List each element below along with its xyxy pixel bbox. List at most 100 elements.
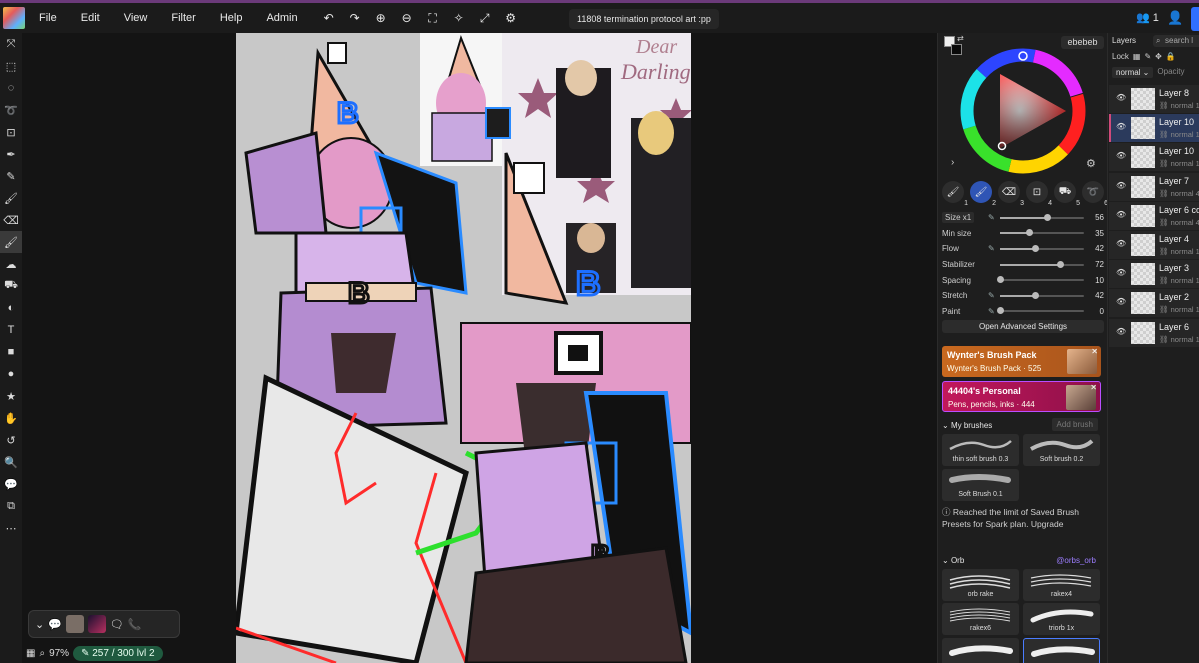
brush-icon[interactable]: 🖌 — [0, 187, 22, 209]
pen-pressure-icon[interactable]: ✎ — [988, 213, 1000, 222]
brush-slot-1[interactable]: 🖌 1 — [942, 181, 968, 207]
brush-limit-badge[interactable]: ✎ 257 / 300 lvl 2 — [73, 645, 163, 661]
layer-row[interactable]: 👁 Layer 2 ⛓ normal 1 — [1109, 289, 1199, 318]
visibility-eye-icon[interactable]: 👁 — [1116, 327, 1126, 336]
brush-pack-wynter[interactable]: Wynter's Brush Pack Wynter's Brush Pack … — [942, 346, 1101, 377]
brush-slot-3[interactable]: ⌫ 3 — [998, 181, 1024, 207]
lasso-icon[interactable]: ➰ — [0, 99, 22, 121]
menu-help[interactable]: Help — [208, 12, 255, 24]
lock-move-icon[interactable]: ✥ — [1155, 52, 1162, 61]
layer-row[interactable]: 👁 Layer 10 ⛓ normal 1 — [1109, 143, 1199, 172]
opacity-label[interactable]: Opacity — [1157, 67, 1184, 78]
pen-pressure-icon[interactable]: ✎ — [988, 244, 1000, 253]
add-brush-button[interactable]: Add brush — [1051, 418, 1098, 431]
layer-row[interactable]: 👁 Layer 10 ⛓ normal 1 — [1109, 114, 1199, 143]
menu-filter[interactable]: Filter — [159, 12, 207, 24]
close-icon[interactable]: ✕ — [1091, 347, 1098, 356]
orb-author-link[interactable]: @orbs_orb — [1056, 556, 1096, 565]
more-tools-icon[interactable]: ⋯ — [0, 517, 22, 539]
chevron-right-icon[interactable]: › — [951, 157, 954, 168]
brush-preset[interactable]: orb rake — [942, 569, 1019, 601]
visibility-eye-icon[interactable]: 👁 — [1116, 93, 1126, 102]
pen-pressure-icon[interactable]: ✎ — [988, 291, 1000, 300]
transform-icon[interactable]: ⊡ — [0, 121, 22, 143]
lock-all-icon[interactable]: 🔒 — [1166, 52, 1176, 61]
collaborator-avatar[interactable] — [65, 615, 84, 633]
stretch-slider[interactable] — [1000, 291, 1084, 299]
blur-icon[interactable]: ☁ — [0, 253, 22, 275]
blend-mode-select[interactable]: normal ⌄ — [1112, 67, 1154, 78]
artboard[interactable]: Dear Darling B B B B — [236, 33, 691, 663]
fill-bucket-icon[interactable]: ⛟ — [0, 275, 22, 297]
sparkle-icon[interactable]: ✧ — [446, 6, 472, 30]
lock-transparency-icon[interactable]: ▦ — [1133, 52, 1141, 61]
layer-search-input[interactable]: ⌕ search l — [1153, 35, 1199, 47]
size-slider[interactable] — [1000, 213, 1084, 221]
brush-preset[interactable]: thin soft brush 0.3 — [942, 434, 1019, 466]
lock-draw-icon[interactable]: ✎ — [1144, 52, 1151, 61]
zoom-level[interactable]: 97% — [49, 648, 69, 659]
swap-colors-icon[interactable]: ⇄ — [957, 34, 964, 43]
menu-admin[interactable]: Admin — [254, 12, 309, 24]
comment-icon[interactable]: 💬 — [0, 473, 22, 495]
brush-slot-6[interactable]: ➰6 — [1082, 181, 1107, 207]
visibility-eye-icon[interactable]: 👁 — [1116, 297, 1126, 306]
zoom-out-icon[interactable]: ⊖ — [394, 6, 420, 30]
fit-icon[interactable]: ⛶ — [420, 6, 446, 30]
brush-slot-2[interactable]: 🖌 2 — [970, 181, 996, 207]
rect-select-icon[interactable]: ⬚ — [0, 55, 22, 77]
ellipse-shape-icon[interactable]: ● — [0, 363, 22, 385]
paint-slider[interactable] — [997, 307, 1084, 315]
voice-chat-icon[interactable]: 🗨 — [110, 618, 124, 631]
menu-edit[interactable]: Edit — [69, 12, 112, 24]
brush-preset[interactable]: rakex6 — [942, 603, 1019, 635]
app-logo[interactable] — [3, 7, 25, 29]
advanced-settings-button[interactable]: Open Advanced Settings — [942, 320, 1104, 333]
chevron-down-icon[interactable]: ⌄ — [35, 618, 44, 631]
my-brushes-header[interactable]: ⌄ My brushes Add brush — [942, 418, 1104, 432]
brush-pack-44404[interactable]: 44404's Personal Pens, pencils, inks · 4… — [942, 381, 1101, 412]
visibility-eye-icon[interactable]: 👁 — [1116, 151, 1126, 160]
close-icon[interactable]: ✕ — [1090, 383, 1097, 392]
gradient-icon[interactable]: ◐ — [0, 297, 22, 319]
layer-row[interactable]: 👁 Layer 7 ⛓ normal 4 — [1109, 172, 1199, 201]
layer-row[interactable]: 👁 Layer 3 ⛓ normal 1 — [1109, 260, 1199, 289]
undo-icon[interactable]: ↶ — [316, 6, 342, 30]
visibility-eye-icon[interactable]: 👁 — [1116, 268, 1126, 277]
brush-preset[interactable]: Soft Brush 0.1 — [942, 469, 1019, 501]
grid-icon[interactable]: ▦ — [26, 648, 35, 659]
move-tool-icon[interactable]: ⤧ — [0, 33, 22, 55]
star-shape-icon[interactable]: ★ — [0, 385, 22, 407]
ellipse-select-icon[interactable]: ◌ — [0, 77, 22, 99]
layer-row[interactable]: 👁 Layer 6 co ⛓ normal 4 — [1109, 201, 1199, 230]
visibility-eye-icon[interactable]: 👁 — [1116, 239, 1126, 248]
fullscreen-icon[interactable]: ⤢ — [472, 6, 498, 30]
zoom-tool-icon[interactable]: 🔍 — [0, 451, 22, 473]
menu-file[interactable]: File — [27, 12, 69, 24]
users-online[interactable]: 👥 1 — [1136, 11, 1159, 25]
size-multiplier[interactable]: Size x1 — [942, 212, 975, 224]
brush-slot-5[interactable]: ⛟ 5 — [1054, 181, 1080, 207]
spacing-slider[interactable] — [997, 276, 1084, 284]
zoom-in-icon[interactable]: ⊕ — [368, 6, 394, 30]
eyedropper-icon[interactable]: ✒ — [0, 143, 22, 165]
rectangle-shape-icon[interactable]: ■ — [0, 341, 22, 363]
hand-tool-icon[interactable]: ✋ — [0, 407, 22, 429]
collaborator-avatar[interactable] — [87, 615, 106, 633]
slice-icon[interactable]: ⧉ — [0, 495, 22, 517]
brush-preset[interactable] — [942, 638, 1019, 663]
call-icon[interactable]: 📞 — [128, 618, 142, 631]
brush-slot-4[interactable]: ⊡ 4 — [1026, 181, 1052, 207]
layer-row[interactable]: 👁 Layer 4 ⛓ normal 1 — [1109, 231, 1199, 259]
add-user-icon[interactable]: 👤 — [1167, 10, 1183, 26]
eraser-icon[interactable]: ⌫ — [0, 209, 22, 231]
account-button[interactable] — [1191, 7, 1199, 31]
redo-icon[interactable]: ↷ — [342, 6, 368, 30]
gear-icon[interactable]: ⚙ — [1086, 157, 1096, 170]
layer-row[interactable]: 👁 Layer 6 ⛓ normal 1 — [1109, 318, 1199, 347]
visibility-eye-icon[interactable]: 👁 — [1116, 210, 1126, 219]
brush-preset-selected[interactable] — [1023, 638, 1100, 663]
min-size-slider[interactable] — [1000, 229, 1084, 237]
settings-icon[interactable]: ⚙ — [498, 6, 524, 30]
orb-brushes-header[interactable]: ⌄ Orb @orbs_orb — [942, 553, 1104, 567]
